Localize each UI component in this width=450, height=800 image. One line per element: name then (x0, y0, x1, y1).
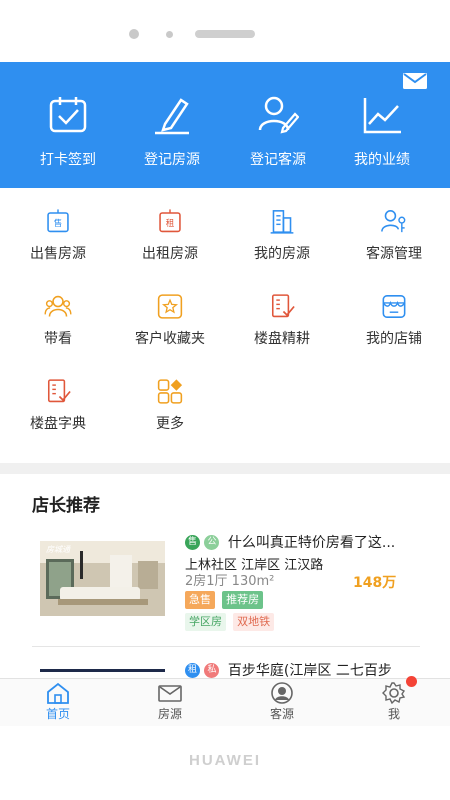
my-performance-button[interactable]: 我的业绩 (326, 94, 438, 174)
tab-label: 客源 (269, 707, 294, 721)
menu-item-label: 带看 (44, 331, 72, 347)
camera-dot (129, 29, 139, 39)
listing-spec: 2房1厅 130m² (185, 574, 275, 589)
menu-item-property-dictionary[interactable]: 楼盘字典 (2, 358, 114, 433)
gear-icon (382, 682, 406, 704)
tab-clients[interactable]: 客源 (226, 679, 338, 727)
menu-item-label: 楼盘精耕 (254, 331, 310, 347)
tab-me[interactable]: 我 (338, 676, 450, 727)
person-icon (271, 682, 293, 704)
menu-item-property-cultivation[interactable]: 楼盘精耕 (226, 273, 338, 348)
svg-text:租: 租 (166, 219, 175, 229)
tab-home[interactable]: 首页 (2, 679, 114, 727)
listing-photo: 房城通 (40, 541, 165, 616)
register-client-button[interactable]: 登记客源 (222, 94, 334, 174)
my-performance-label: 我的业绩 (354, 152, 410, 168)
checkin-button[interactable]: 打卡签到 (12, 94, 124, 174)
listing-photo (40, 669, 165, 678)
user-edit-icon (258, 96, 299, 134)
line-chart-icon (363, 98, 401, 134)
menu-item-more[interactable]: 更多 (114, 358, 226, 433)
menu-item-client-favorites[interactable]: 客户收藏夹 (114, 273, 226, 348)
device-brand-logo: HUAWEI (189, 752, 261, 769)
sale-badge: 售 (185, 534, 200, 550)
tab-label: 房源 (157, 707, 182, 721)
menu-item-client-management[interactable]: 客源管理 (338, 188, 450, 263)
calendar-check-icon (49, 97, 87, 133)
menu-item-rent-listings[interactable]: 租 出租房源 (114, 188, 226, 263)
feature-menu: 售 出售房源 租 出租房源 我的房源 客源管理 带看 客户收藏夹 楼盘精耕 我的… (0, 188, 450, 463)
card-divider (32, 646, 420, 647)
private-badge: 私 (204, 662, 220, 678)
menu-item-label: 出售房源 (30, 246, 86, 262)
tab-listings[interactable]: 房源 (114, 679, 226, 727)
menu-item-sale-listings[interactable]: 售 出售房源 (2, 188, 114, 263)
pen-icon (155, 98, 189, 135)
menu-item-label: 我的店铺 (366, 331, 422, 347)
home-icon (47, 682, 69, 704)
phone-bottom-bezel: HUAWEI (0, 726, 450, 800)
menu-item-label: 我的房源 (254, 246, 310, 262)
recommend-section: 店长推荐 房城通 售 公 什么叫真正特价房看了这... 上林社区 江岸区 江汉路… (0, 474, 450, 678)
star-box-icon (157, 294, 183, 319)
register-listing-button[interactable]: 登记房源 (116, 94, 228, 174)
mail-icon[interactable] (402, 72, 428, 90)
sale-sign-icon: 售 (47, 209, 69, 233)
tag-urgent-sale: 急售 (185, 591, 215, 609)
store-icon (382, 295, 406, 318)
more-grid-icon (157, 379, 183, 404)
dictionary-icon (47, 379, 71, 403)
menu-item-label: 客户收藏夹 (135, 331, 205, 347)
header-banner: 打卡签到 登记房源 登记客源 我的业绩 (0, 62, 450, 188)
bottom-tab-bar: 首页 房源 客源 我 (0, 676, 450, 727)
register-client-label: 登记客源 (250, 152, 306, 168)
listing-card[interactable]: 房城通 售 公 什么叫真正特价房看了这... 上林社区 江岸区 江汉路 2房1厅… (32, 532, 420, 642)
tag-double-metro: 双地铁 (233, 613, 275, 631)
menu-item-label: 楼盘字典 (30, 416, 86, 432)
buildings-icon (270, 210, 294, 234)
tab-label: 首页 (45, 707, 70, 721)
menu-item-label: 客源管理 (366, 246, 422, 262)
menu-item-label: 出租房源 (142, 246, 198, 262)
checkin-label: 打卡签到 (40, 152, 96, 168)
earpiece-speaker (195, 30, 255, 38)
notification-dot (406, 676, 417, 687)
tag-school-district: 学区房 (185, 613, 226, 631)
svg-text:售: 售 (54, 218, 63, 229)
register-listing-label: 登记房源 (144, 152, 200, 168)
tab-label: 我 (387, 707, 400, 721)
listing-price: 148万 (353, 575, 397, 591)
listing-tags: 学区房 双地铁 (185, 610, 276, 631)
public-badge: 公 (204, 534, 220, 550)
group-icon (44, 295, 72, 317)
menu-item-my-listings[interactable]: 我的房源 (226, 188, 338, 263)
user-key-icon (381, 210, 406, 233)
svg-text:房城通: 房城通 (46, 545, 71, 554)
listing-title-row: 租 私 百步华庭(江岸区 二七百步 (185, 660, 430, 678)
listing-title: 百步华庭(江岸区 二七百步 (227, 663, 392, 678)
menu-item-label: 更多 (156, 416, 184, 432)
sensor-dot (166, 31, 173, 38)
section-title: 店长推荐 (32, 496, 100, 516)
tag-recommended: 推荐房 (222, 591, 264, 609)
menu-item-viewing[interactable]: 带看 (2, 273, 114, 348)
envelope-icon (158, 685, 182, 702)
rent-badge: 租 (185, 662, 200, 678)
building-check-icon (271, 294, 295, 318)
menu-item-my-store[interactable]: 我的店铺 (338, 273, 450, 348)
listing-title-row: 售 公 什么叫真正特价房看了这... (185, 532, 430, 552)
listing-tags: 急售 推荐房 (185, 588, 265, 609)
rent-sign-icon: 租 (159, 209, 181, 233)
phone-top-bezel (0, 0, 450, 62)
section-divider (0, 463, 450, 474)
listing-card[interactable]: 租 私 百步华庭(江岸区 二七百步 (32, 660, 420, 678)
listing-title: 什么叫真正特价房看了这... (227, 535, 396, 551)
